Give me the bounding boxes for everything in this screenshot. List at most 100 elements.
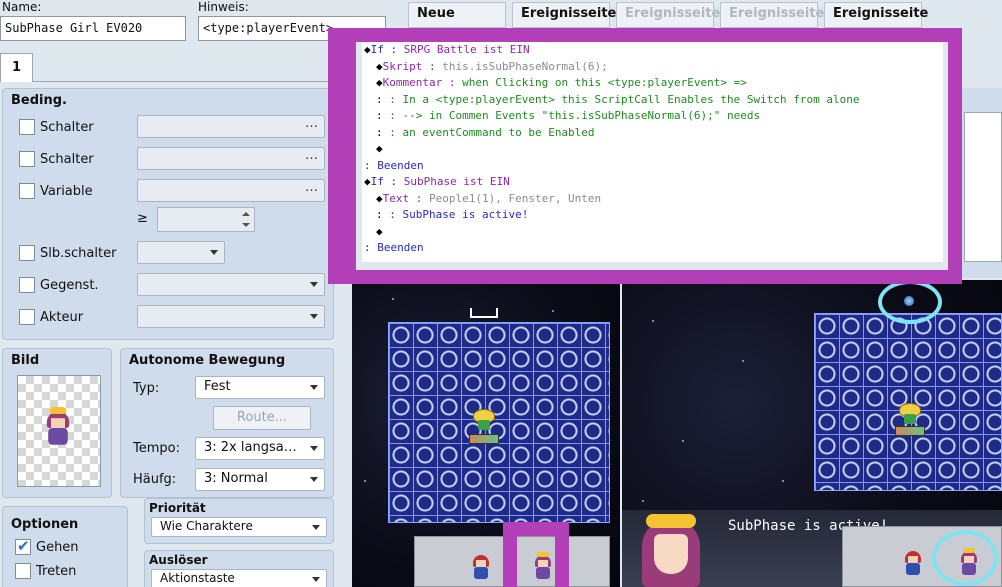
condition-switch1[interactable]: Schalter xyxy=(19,116,94,138)
game-scene-right: SubPhase is active! xyxy=(622,280,1002,587)
command-text: : --> in Commen Events "this.isSubPhaseN… xyxy=(389,109,761,122)
contents-list-edge xyxy=(964,112,1002,262)
movement-type-select[interactable]: Fest xyxy=(195,376,325,399)
command-line[interactable]: ◆If : SRPG Battle ist EIN xyxy=(362,42,943,59)
command-line[interactable]: : : SubPhase is active! xyxy=(362,207,943,224)
chevron-down-icon xyxy=(312,525,320,530)
options-group: Optionen Gehen Treten xyxy=(2,506,128,587)
condition-switch2[interactable]: Schalter xyxy=(19,148,94,170)
command-text: this.isSubPhaseNormal(6); xyxy=(442,59,608,73)
frequency-select[interactable]: 3: Normal xyxy=(195,468,325,491)
character-sprite xyxy=(44,407,72,445)
command-text: Kommentar : xyxy=(382,76,463,89)
item-label: Gegenst. xyxy=(40,277,99,293)
event-marker xyxy=(469,434,499,444)
command-text: : xyxy=(376,208,390,221)
condition-actor[interactable]: Akteur xyxy=(19,306,83,328)
battle-grid-left xyxy=(388,322,610,523)
command-line[interactable]: ◆If : SubPhase ist EIN xyxy=(362,174,943,191)
item-select[interactable] xyxy=(137,273,325,296)
command-text: Text : xyxy=(382,191,429,205)
variable-checkbox[interactable] xyxy=(19,183,35,199)
ellipsis-icon: … xyxy=(305,116,318,131)
character-image-preview[interactable] xyxy=(17,375,101,487)
condition-self-switch[interactable]: Slb.schalter xyxy=(19,242,116,264)
command-text: If : xyxy=(370,175,404,188)
self-switch-checkbox[interactable] xyxy=(19,245,35,261)
tab-page-1[interactable]: 1 xyxy=(0,53,33,82)
variable-label: Variable xyxy=(40,183,93,199)
command-line[interactable]: : : an eventCommand to be Enabled xyxy=(362,125,943,142)
name-label: Name: xyxy=(2,0,42,14)
command-line[interactable]: : Beenden xyxy=(362,158,943,175)
variable-value-stepper[interactable] xyxy=(157,207,255,232)
command-line[interactable]: : Beenden xyxy=(362,240,943,257)
command-line[interactable]: ◆Kommentar : when Clicking on this <type… xyxy=(362,75,943,92)
command-text: : xyxy=(376,109,390,122)
command-text: : In a <type:playerEvent> this ScriptCal… xyxy=(389,92,860,106)
event-commands-list[interactable]: ◆If : SRPG Battle ist EIN ◆Skript : this.… xyxy=(362,42,943,262)
condition-variable[interactable]: Variable xyxy=(19,180,93,202)
message-window: SubPhase is active! xyxy=(622,510,1002,587)
command-line[interactable]: ◆Skript : this.isSubPhaseNormal(6); xyxy=(362,59,943,76)
jester-sprite xyxy=(903,551,923,575)
switch1-checkbox[interactable] xyxy=(19,119,35,135)
route-button[interactable]: Route... xyxy=(213,406,311,430)
spin-down-icon[interactable] xyxy=(242,223,250,227)
gte-symbol: ≥ xyxy=(137,211,148,226)
chevron-down-icon xyxy=(310,385,318,390)
command-line[interactable]: : : In a <type:playerEvent> this ScriptC… xyxy=(362,92,943,109)
stepping-checkbox[interactable] xyxy=(15,563,31,579)
self-switch-select[interactable] xyxy=(137,241,225,264)
trigger-select[interactable]: Aktionstaste xyxy=(151,569,327,587)
frequency-value: 3: Normal xyxy=(204,471,268,486)
item-checkbox[interactable] xyxy=(19,277,35,293)
walking-checkbox[interactable] xyxy=(15,537,31,555)
priority-select[interactable]: Wie Charaktere xyxy=(151,517,327,537)
command-text: when Clicking on this <type:playerEvent>… xyxy=(462,76,747,89)
frequency-label: Häufg: xyxy=(133,472,177,487)
option-walking[interactable]: Gehen xyxy=(15,536,79,558)
paste-page-button: Ereignisseite xyxy=(616,2,720,28)
command-text: : Beenden xyxy=(364,241,424,254)
command-text: If : xyxy=(370,43,404,56)
command-text: : xyxy=(376,125,390,139)
ellipsis-icon: … xyxy=(305,148,318,163)
trigger-title: Auslöser xyxy=(149,553,208,567)
stepping-label: Treten xyxy=(36,563,77,579)
image-title: Bild xyxy=(11,353,40,368)
actor-checkbox[interactable] xyxy=(19,309,35,325)
command-text: SRPG Battle ist EIN xyxy=(403,43,530,56)
priority-value: Wie Charaktere xyxy=(160,519,253,533)
command-line[interactable]: ◆ xyxy=(362,141,943,158)
chevron-down-icon xyxy=(310,314,318,319)
switch2-checkbox[interactable] xyxy=(19,151,35,167)
speed-select[interactable]: 3: 2x langsa… xyxy=(195,437,325,460)
option-stepping[interactable]: Treten xyxy=(15,560,76,582)
chevron-down-icon xyxy=(310,446,318,451)
flower-event-icon xyxy=(472,410,496,432)
actor-label: Akteur xyxy=(40,309,84,325)
switch2-select[interactable]: … xyxy=(137,147,325,170)
command-line[interactable]: ◆Text : People1(1), Fenster, Unten xyxy=(362,191,943,208)
condition-item[interactable]: Gegenst. xyxy=(19,274,99,296)
command-line[interactable]: : : --> in Commen Events "this.isSubPhas… xyxy=(362,108,943,125)
type-label: Typ: xyxy=(133,381,160,396)
command-line[interactable]: ◆ xyxy=(362,224,943,241)
variable-select[interactable]: … xyxy=(137,179,325,202)
conditions-title: Beding. xyxy=(11,93,67,108)
clear-page-button[interactable]: Ereignisseite xyxy=(824,2,928,28)
command-bullet-icon: ◆ xyxy=(364,175,371,188)
chevron-down-icon xyxy=(312,577,320,582)
new-page-button[interactable]: Neue xyxy=(408,2,506,28)
command-text: : xyxy=(376,92,390,106)
spin-up-icon[interactable] xyxy=(242,212,250,216)
name-input[interactable]: SubPhase Girl EV020 xyxy=(0,16,186,41)
switch1-select[interactable]: … xyxy=(137,115,325,138)
copy-page-button[interactable]: Ereignisseite xyxy=(512,2,616,28)
jester-sprite xyxy=(471,555,491,579)
actor-select[interactable] xyxy=(137,305,325,328)
speed-value: 3: 2x langsa… xyxy=(204,440,297,455)
flower-event-icon xyxy=(898,404,922,426)
ellipsis-icon: … xyxy=(305,180,318,195)
